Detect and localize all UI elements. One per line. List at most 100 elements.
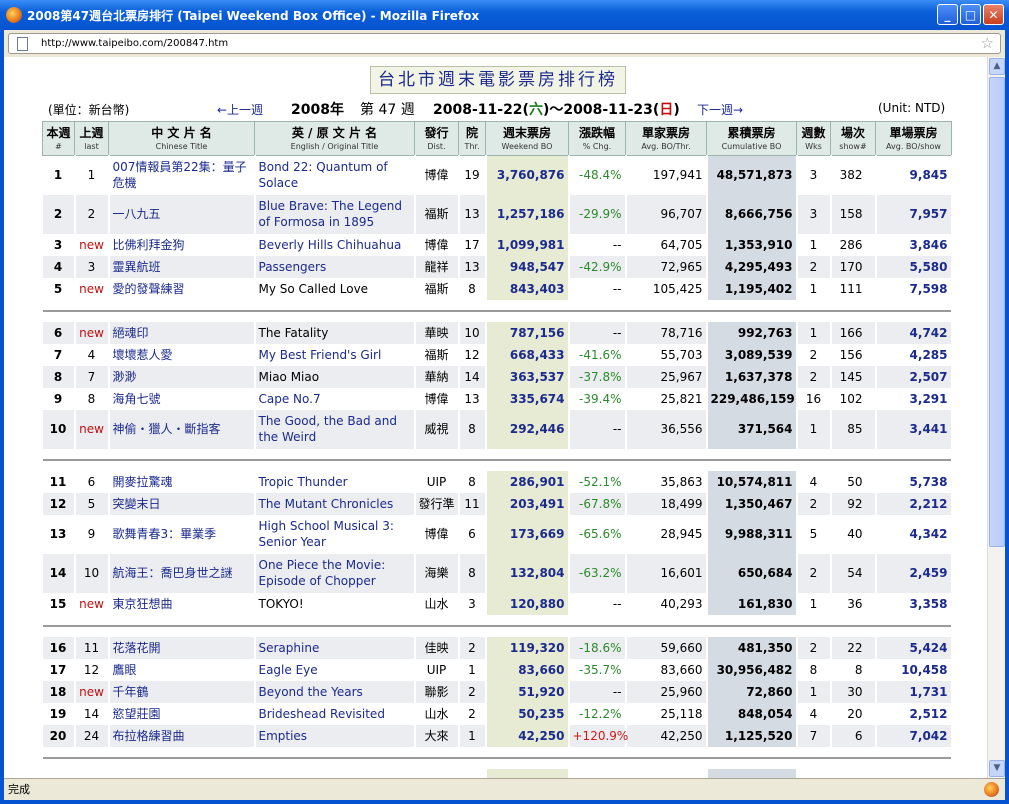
english-title-link[interactable]: Beverly Hills Chihuahua — [254, 233, 416, 256]
chinese-title-link[interactable]: 比佛利拜金狗 — [108, 233, 256, 256]
change-cell: -35.7% — [568, 658, 627, 681]
english-title: TOKYO! — [254, 592, 416, 615]
english-title-link[interactable]: Eagle Eye — [254, 658, 416, 681]
rank-cell: 17 — [42, 658, 76, 681]
weeks-cell: 2 — [796, 343, 832, 366]
distributor-cell: 福斯 — [414, 194, 460, 234]
rank-cell: 14 — [42, 553, 76, 593]
chinese-title-link[interactable]: 海角七號 — [108, 387, 256, 410]
english-title-link[interactable]: Passengers — [254, 255, 416, 278]
cumulative-bo-cell: 8,666,756 — [706, 194, 798, 234]
last-week-cell: new — [74, 321, 110, 344]
english-title-link[interactable]: One Piece the Movie: Episode of Chopper — [254, 553, 416, 593]
chinese-title-link[interactable]: 007情報員第22集：量子危機 — [108, 155, 256, 195]
distributor-cell: UIP — [414, 470, 460, 493]
column-header: 週末票房 Weekend BO — [485, 121, 569, 156]
chinese-title-link[interactable]: 一八九五 — [108, 194, 256, 234]
weekend-bo-cell: 3,760,876 — [485, 155, 570, 195]
avg-per-theater-cell: 105,425 — [625, 277, 708, 300]
week-number: 第 47 週 — [360, 102, 415, 118]
english-title-link[interactable]: Brideshead Revisited — [254, 702, 416, 725]
column-header: 場次 show# — [830, 121, 876, 156]
table-row: 7 4 壞壞惹人愛 My Best Friend's Girl 福斯 12 668,433-… — [42, 343, 953, 366]
chinese-title-link[interactable]: 神偷・獵人・斷指客 — [108, 409, 256, 449]
last-week-cell: 14 — [74, 702, 110, 725]
change-cell: -29.9% — [568, 194, 627, 234]
rank-cell: 16 — [42, 636, 76, 659]
column-header-en: last — [84, 141, 99, 151]
english-title-link[interactable]: The Mutant Chronicles — [254, 492, 416, 515]
scroll-down-button[interactable]: ▼ — [989, 760, 1005, 777]
english-title-link[interactable]: Blue Brave: The Legend of Formosa in 189… — [254, 194, 416, 234]
distributor-cell: 博偉 — [414, 387, 460, 410]
chinese-title-link[interactable]: 慾望莊園 — [108, 702, 256, 725]
shows-cell: 50 — [830, 470, 877, 493]
chinese-title-link[interactable]: 花落花開 — [108, 636, 256, 659]
url-input[interactable]: http://www.taipeibo.com/200847.htm ☆ — [8, 33, 1001, 54]
theaters-cell: 12 — [458, 343, 487, 366]
chinese-title-link[interactable]: 歌舞青春3：畢業季 — [108, 514, 256, 554]
vertical-scrollbar[interactable]: ▲ ▼ — [987, 57, 1005, 778]
english-title: Miao Miao — [254, 365, 416, 388]
next-week-link[interactable]: 下一週→ — [697, 101, 743, 118]
english-title-link[interactable]: Cape No.7 — [254, 387, 416, 410]
rank-cell: 19 — [42, 702, 76, 725]
english-title-link[interactable]: My Best Friend's Girl — [254, 343, 416, 366]
avg-per-show-cell: 2,212 — [875, 492, 953, 515]
avg-per-theater-cell: 78,716 — [625, 321, 708, 344]
chinese-title-link[interactable]: 布拉格練習曲 — [108, 724, 256, 747]
chinese-title-link[interactable]: 愛的發聲練習 — [108, 277, 256, 300]
chinese-title-link[interactable]: 千年鶴 — [108, 680, 256, 703]
chinese-title-link[interactable]: 航海王：喬巴身世之謎 — [108, 553, 256, 593]
cumulative-bo-cell: 3,089,539 — [706, 343, 798, 366]
chinese-title-link[interactable]: 壞壞惹人愛 — [108, 343, 256, 366]
weekend-bo-cell: 119,320 — [485, 636, 570, 659]
chinese-title-link[interactable]: 絕魂印 — [108, 321, 256, 344]
prev-week-link[interactable]: ←上一週 — [217, 101, 263, 118]
avg-per-show-cell: 3,291 — [875, 387, 953, 410]
bookmark-star-icon[interactable]: ☆ — [981, 34, 994, 52]
english-title-link[interactable]: The Good, the Bad and the Weird — [254, 409, 416, 449]
theaters-cell: 19 — [458, 155, 487, 195]
chinese-title-link[interactable]: 渺渺 — [108, 365, 256, 388]
chinese-title-link[interactable]: 突變末日 — [108, 492, 256, 515]
cumulative-bo-cell: 1,195,402 — [706, 277, 798, 300]
theaters-cell: 17 — [458, 233, 487, 256]
weekend-bo-cell: 203,491 — [485, 492, 570, 515]
avg-per-theater-cell: 25,967 — [625, 365, 708, 388]
weekend-bo-cell: 1,257,186 — [485, 194, 570, 234]
rank-cell: 5 — [42, 277, 76, 300]
maximize-button[interactable]: □ — [960, 4, 981, 25]
scroll-up-button[interactable]: ▲ — [989, 58, 1005, 75]
weekend-bo-cell: 668,433 — [485, 343, 570, 366]
table-row: 15 new 東京狂想曲 TOKYO! 山水 3 120,880 -- 40,293 161,83… — [42, 592, 953, 615]
chinese-title-link[interactable]: 開麥拉驚魂 — [108, 470, 256, 493]
avg-per-show-cell: 3,441 — [875, 409, 953, 449]
chinese-title-link[interactable]: 東京狂想曲 — [108, 592, 256, 615]
english-title-link[interactable]: Tropic Thunder — [254, 470, 416, 493]
date-start: 2008-11-22( — [433, 102, 529, 118]
english-title-link[interactable]: Empties — [254, 724, 416, 747]
column-header-cn: 漲跌幅 — [578, 125, 615, 140]
english-title-link[interactable]: High School Musical 3: Senior Year — [254, 514, 416, 554]
english-title: The Fatality — [254, 321, 416, 344]
english-title-link[interactable]: Bond 22: Quantum of Solace — [254, 155, 416, 195]
minimize-button[interactable]: _ — [937, 4, 958, 25]
chinese-title-link[interactable]: 靈異航班 — [108, 255, 256, 278]
last-week-cell: 5 — [74, 492, 110, 515]
avg-per-theater-cell: 42,250 — [625, 724, 708, 747]
column-header-en: English / Original Title — [290, 141, 379, 151]
distributor-cell: 華納 — [414, 365, 460, 388]
date-mid: )～2008-11-23( — [542, 102, 660, 118]
close-button[interactable]: ✕ — [983, 4, 1004, 25]
scroll-thumb[interactable] — [989, 77, 1005, 547]
english-title-link[interactable]: Seraphine — [254, 636, 416, 659]
cell — [830, 768, 877, 778]
avg-per-theater-cell: 55,703 — [625, 343, 708, 366]
shows-cell: 286 — [830, 233, 877, 256]
english-title-link[interactable]: Beyond the Years — [254, 680, 416, 703]
theaters-cell: 2 — [458, 702, 487, 725]
table-row: 4 3 靈異航班 Passengers 龍祥 13 948,547 -42.9% 72,965 4… — [42, 255, 953, 278]
table-row: 18 new 千年鶴 Beyond the Years 聯影 2 51,920 -- 25,96… — [42, 680, 953, 703]
chinese-title-link[interactable]: 鷹眼 — [108, 658, 256, 681]
